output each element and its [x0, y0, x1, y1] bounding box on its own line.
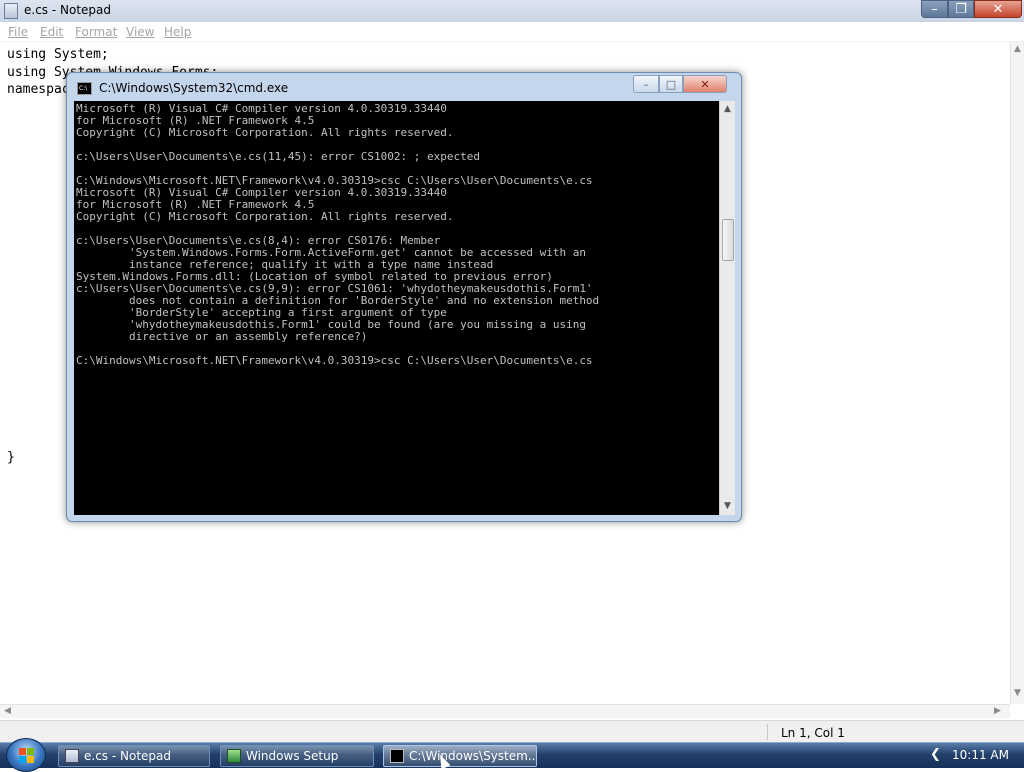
cmd-vertical-scrollbar[interactable]: ▲ ▼: [719, 101, 735, 515]
cmd-maximize-button[interactable]: □: [659, 75, 683, 93]
cmd-icon: C:\: [77, 82, 92, 95]
notepad-restore-button[interactable]: ❐: [948, 0, 974, 18]
windows-logo-icon-part: [19, 756, 26, 763]
restore-icon: ❐: [955, 2, 967, 17]
windows-logo-icon-part: [27, 756, 34, 763]
clock[interactable]: 10:11 AM: [952, 748, 1009, 762]
windows-logo-icon-part: [27, 748, 34, 755]
notepad-minimize-button[interactable]: –: [921, 0, 948, 18]
menu-file[interactable]: File: [8, 25, 28, 39]
taskbar-button-label: Windows Setup: [246, 749, 339, 763]
taskbar-windows-setup-button[interactable]: Windows Setup: [220, 745, 374, 767]
close-icon: ✕: [992, 2, 1004, 17]
show-hidden-icons-chevron-icon[interactable]: ❮: [930, 747, 941, 762]
scroll-down-icon[interactable]: ▼: [724, 501, 731, 511]
setup-icon: [227, 749, 241, 763]
scroll-right-icon[interactable]: ▶: [994, 706, 1001, 716]
close-icon: ✕: [700, 78, 710, 91]
menu-view[interactable]: View: [126, 25, 154, 39]
taskbar-cmd-button[interactable]: C:\Windows\System...: [383, 745, 537, 767]
scroll-up-icon[interactable]: ▲: [724, 104, 731, 114]
notepad-icon: [4, 3, 18, 19]
minimize-icon: –: [643, 78, 649, 91]
scroll-down-icon[interactable]: ▼: [1014, 688, 1021, 698]
cmd-minimize-button[interactable]: –: [633, 75, 659, 93]
scroll-left-icon[interactable]: ◀: [4, 706, 11, 716]
notepad-menu-bar: File Edit Format View Help: [0, 22, 1024, 42]
menu-edit[interactable]: Edit: [40, 25, 63, 39]
cmd-window[interactable]: C:\ C:\Windows\System32\cmd.exe – □ ✕ Mi…: [66, 72, 742, 522]
taskbar-button-label: e.cs - Notepad: [84, 749, 171, 763]
notepad-title-bar[interactable]: e.cs - Notepad – ❐ ✕: [0, 0, 1024, 22]
notepad-vertical-scrollbar[interactable]: ▲ ▼: [1010, 42, 1024, 704]
console-output[interactable]: Microsoft (R) Visual C# Compiler version…: [74, 101, 719, 515]
taskbar-button-label: C:\Windows\System...: [409, 749, 537, 763]
notepad-status-bar: Ln 1, Col 1: [0, 720, 1024, 742]
maximize-icon: □: [665, 78, 677, 91]
menu-format[interactable]: Format: [75, 25, 117, 39]
start-button[interactable]: [6, 738, 46, 772]
minimize-icon: –: [931, 2, 938, 17]
taskbar: e.cs - Notepad Windows Setup C:\Windows\…: [0, 738, 1024, 772]
scroll-up-icon[interactable]: ▲: [1014, 44, 1021, 54]
cmd-title: C:\Windows\System32\cmd.exe: [99, 81, 289, 95]
notepad-icon: [65, 749, 79, 763]
cursor-position-status: Ln 1, Col 1: [781, 726, 845, 740]
scrollbar-thumb[interactable]: [722, 219, 734, 261]
notepad-horizontal-scrollbar[interactable]: ◀ ▶: [0, 704, 1010, 718]
notepad-title: e.cs - Notepad: [24, 3, 111, 17]
notepad-close-button[interactable]: ✕: [974, 0, 1022, 18]
status-separator: [767, 724, 768, 740]
windows-logo-icon: [19, 748, 26, 755]
menu-help[interactable]: Help: [164, 25, 191, 39]
taskbar-notepad-button[interactable]: e.cs - Notepad: [58, 745, 210, 767]
cmd-close-button[interactable]: ✕: [683, 75, 727, 93]
cmd-icon: [390, 749, 404, 763]
